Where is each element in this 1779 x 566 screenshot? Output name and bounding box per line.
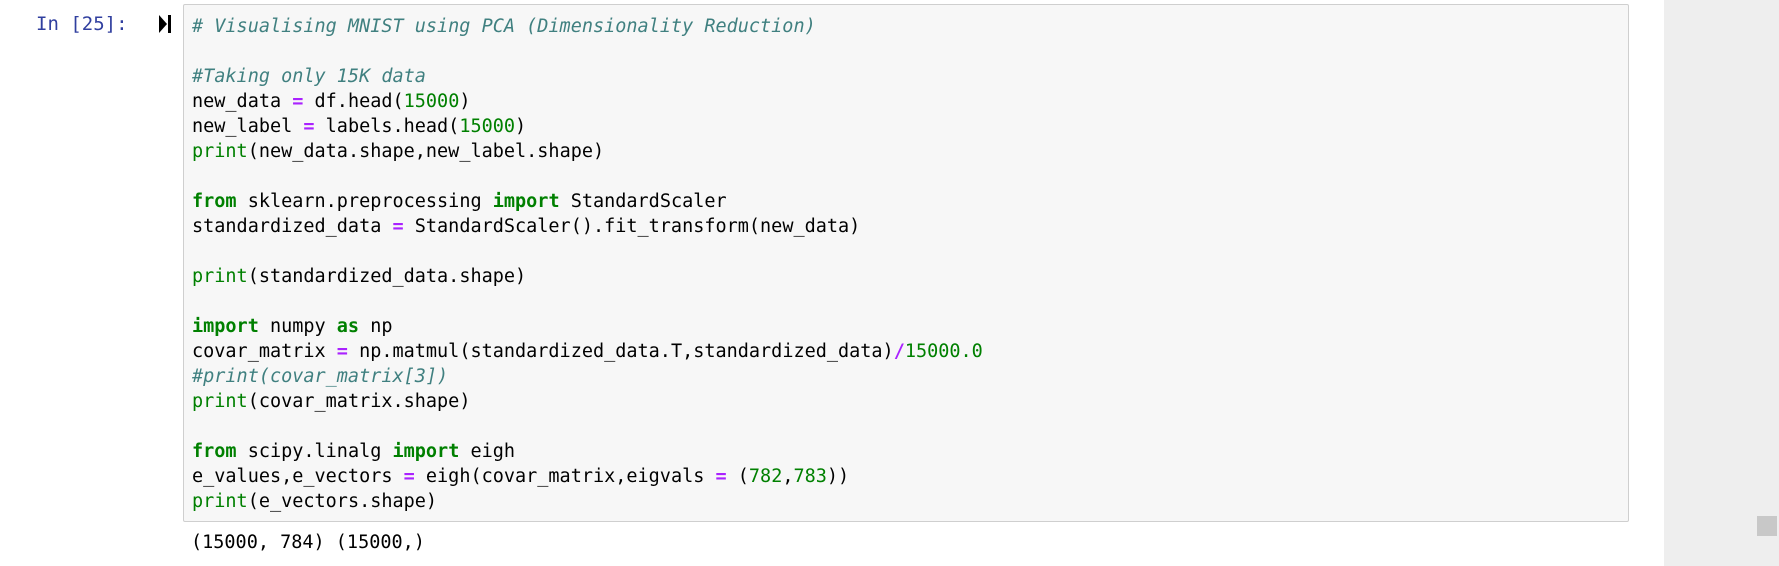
code-token: labels.head( <box>314 116 460 137</box>
code-token: = <box>715 466 727 487</box>
code-token: import <box>392 441 460 462</box>
code-line: #print(covar_matrix[3]) <box>192 364 983 389</box>
code-line: e_values,e_vectors = eigh(covar_matrix,e… <box>192 464 983 489</box>
code-token: scipy.linalg <box>236 441 393 462</box>
code-line: print(new_data.shape,new_label.shape) <box>192 139 983 164</box>
code-token: )) <box>826 466 850 487</box>
code-line: from sklearn.preprocessing import Standa… <box>192 189 983 214</box>
code-token: new_data <box>192 91 293 112</box>
code-token: print <box>192 266 248 287</box>
page-margin <box>1664 0 1779 566</box>
code-token: import <box>492 191 560 212</box>
code-line: import numpy as np <box>192 314 983 339</box>
code-token: , <box>782 466 794 487</box>
code-token: ) <box>515 116 527 137</box>
code-token: (standardized_data.shape) <box>247 266 527 287</box>
code-token: StandardScaler().fit_transform(new_data) <box>403 216 861 237</box>
code-token: = <box>292 91 304 112</box>
code-token: print <box>192 141 248 162</box>
code-token: print <box>192 391 248 412</box>
code-token: (e_vectors.shape) <box>247 491 438 512</box>
code-text[interactable]: # Visualising MNIST using PCA (Dimension… <box>192 14 983 514</box>
code-token: ( <box>726 466 749 487</box>
code-token: numpy <box>258 316 337 337</box>
code-token: #Taking only 15K data <box>192 66 426 87</box>
code-token: / <box>893 341 905 362</box>
cell-output: (15000, 784) (15000,) <box>191 532 425 553</box>
code-token: e_values,e_vectors <box>192 466 404 487</box>
code-token: (covar_matrix.shape) <box>247 391 471 412</box>
code-token: = <box>303 116 315 137</box>
code-line: new_label = labels.head(15000) <box>192 114 983 139</box>
code-token: new_label <box>192 116 304 137</box>
scrollbar-thumb[interactable] <box>1757 516 1777 536</box>
code-token: np <box>359 316 393 337</box>
code-token: = <box>403 466 415 487</box>
code-token: eigh(covar_matrix,eigvals <box>414 466 716 487</box>
run-cell-icon[interactable] <box>158 13 172 35</box>
notebook-code-cell[interactable]: In [25]: # Visualising MNIST using PCA (… <box>0 0 1664 566</box>
code-line: from scipy.linalg import eigh <box>192 439 983 464</box>
code-token: 15000.0 <box>904 341 983 362</box>
code-token: ) <box>459 91 471 112</box>
code-token: from <box>192 191 237 212</box>
code-token: 783 <box>793 466 827 487</box>
code-token: 15000 <box>403 91 460 112</box>
code-token: sklearn.preprocessing <box>236 191 493 212</box>
code-token: print <box>192 491 248 512</box>
code-editor[interactable]: # Visualising MNIST using PCA (Dimension… <box>183 4 1629 522</box>
code-token: eigh <box>459 441 516 462</box>
code-token: StandardScaler <box>559 191 727 212</box>
code-token: #print(covar_matrix[3]) <box>192 366 449 387</box>
code-token: = <box>336 341 348 362</box>
code-line: print(e_vectors.shape) <box>192 489 983 514</box>
code-token: np.matmul(standardized_data.T,standardiz… <box>347 341 894 362</box>
code-token: as <box>336 316 360 337</box>
code-line: standardized_data = StandardScaler().fit… <box>192 214 983 239</box>
code-line: print(standardized_data.shape) <box>192 264 983 289</box>
code-line: print(covar_matrix.shape) <box>192 389 983 414</box>
input-prompt: In [25]: <box>36 13 128 35</box>
code-line: # Visualising MNIST using PCA (Dimension… <box>192 14 983 39</box>
code-token: = <box>392 216 404 237</box>
code-token: import <box>192 316 259 337</box>
code-line: #Taking only 15K data <box>192 64 983 89</box>
code-token: # Visualising MNIST using PCA (Dimension… <box>192 16 816 37</box>
code-token: 782 <box>748 466 783 487</box>
code-token: covar_matrix <box>192 341 337 362</box>
code-line: new_data = df.head(15000) <box>192 89 983 114</box>
code-token: 15000 <box>459 116 516 137</box>
code-token: from <box>192 441 237 462</box>
code-token: (new_data.shape,new_label.shape) <box>247 141 605 162</box>
code-token: standardized_data <box>192 216 393 237</box>
code-token: df.head( <box>303 91 404 112</box>
code-line: covar_matrix = np.matmul(standardized_da… <box>192 339 983 364</box>
